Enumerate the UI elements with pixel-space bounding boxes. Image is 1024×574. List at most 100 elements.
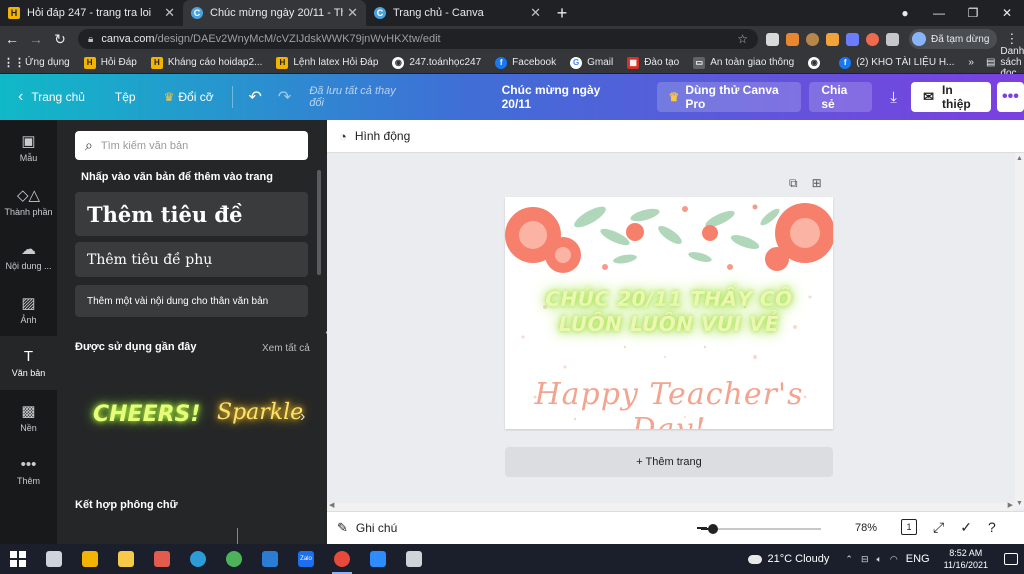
card-greeting-text[interactable]: CHÚC 20/11 THẦY CÔ LUÔN LUÔN VUI VẺ: [505, 287, 833, 337]
recent-text-cheers[interactable]: CHEERS!: [93, 402, 200, 427]
extension-icon[interactable]: [866, 32, 879, 46]
check-circle-icon[interactable]: ✓: [960, 519, 972, 536]
bookmark-item[interactable]: ▦ Đào tạo: [627, 56, 679, 69]
page-count-icon[interactable]: 1: [901, 519, 917, 535]
clock[interactable]: 8:52 AM 11/16/2021: [944, 547, 988, 571]
horizontal-scrollbar[interactable]: ◀ ▶: [327, 501, 1015, 511]
bookmark-item[interactable]: ◉ 247.toánhọc247: [392, 56, 481, 69]
taskbar-zoom[interactable]: [360, 544, 396, 574]
scroll-left-icon[interactable]: ◀: [329, 501, 334, 509]
recent-text-sparkle[interactable]: Sparkle: [217, 400, 303, 425]
extension-icon[interactable]: [846, 32, 859, 46]
new-tab-button[interactable]: +: [549, 0, 575, 26]
rail-uploads[interactable]: ☁ Nội dung ...: [0, 228, 57, 282]
rail-photos[interactable]: ▨ Ảnh: [0, 282, 57, 336]
language-indicator[interactable]: ENG: [906, 553, 930, 565]
rail-elements[interactable]: ◇△ Thành phần: [0, 174, 57, 228]
tab-canva-design[interactable]: C Chúc mừng ngày 20/11 - Thiệp ✕: [183, 0, 366, 26]
resize-button[interactable]: ♛ Đổi cỡ: [164, 90, 214, 104]
share-button[interactable]: Chia sẻ: [809, 82, 872, 112]
panel-scrollbar[interactable]: [317, 170, 321, 275]
minimize-button[interactable]: —: [922, 6, 956, 20]
help-icon[interactable]: ?: [988, 519, 996, 536]
document-title[interactable]: Chúc mừng ngày 20/11: [502, 83, 621, 111]
weather-widget[interactable]: 21°C Cloudy: [747, 553, 829, 565]
taskbar-mail[interactable]: [252, 544, 288, 574]
maximize-button[interactable]: ❐: [956, 6, 990, 20]
taskbar-store[interactable]: [72, 544, 108, 574]
tray-chevron-icon[interactable]: ⌃: [845, 554, 853, 565]
see-all-link[interactable]: Xem tất cả: [262, 343, 310, 354]
bookmark-item[interactable]: f (2) KHO TÀI LIỆU H...: [839, 56, 954, 69]
bookmark-star-icon[interactable]: ☆: [737, 32, 748, 46]
network-icon[interactable]: ⊟: [861, 554, 869, 565]
scroll-down-icon[interactable]: ▼: [1015, 500, 1024, 507]
taskbar-start[interactable]: [0, 544, 36, 574]
close-window-button[interactable]: ✕: [990, 6, 1024, 20]
tab-hoidap[interactable]: H Hỏi đáp 247 - trang tra loi ✕: [0, 0, 183, 26]
zoom-slider-handle[interactable]: [708, 524, 718, 534]
back-button[interactable]: ←: [0, 31, 24, 47]
close-tab-icon[interactable]: ✕: [347, 5, 358, 21]
bookmark-item[interactable]: H Lệnh latex Hỏi Đáp: [276, 56, 378, 69]
zoom-value[interactable]: 78%: [855, 522, 877, 534]
bookmark-item[interactable]: f Facebook: [495, 56, 556, 69]
taskbar-chrome[interactable]: [324, 544, 360, 574]
profile-button[interactable]: Đã tạm dừng: [909, 29, 998, 49]
add-page-icon[interactable]: ⊞: [812, 176, 822, 191]
rail-templates[interactable]: ▣ Mẫu: [0, 120, 57, 174]
bookmark-item[interactable]: H Hỏi Đáp: [83, 56, 137, 69]
file-menu[interactable]: Tệp: [115, 90, 136, 104]
scroll-up-icon[interactable]: ▲: [1015, 155, 1024, 162]
bookmarks-overflow-icon[interactable]: »: [968, 57, 974, 68]
font-combination-preview[interactable]: [237, 528, 267, 544]
rail-more[interactable]: ••• Thêm: [0, 444, 57, 498]
media-icon[interactable]: ●: [888, 6, 922, 20]
extension-icon[interactable]: [806, 32, 819, 46]
download-button[interactable]: ⤓: [880, 82, 907, 112]
forward-button[interactable]: →: [24, 31, 48, 47]
taskbar-zalo[interactable]: Zalo: [288, 544, 324, 574]
taskbar-taskview[interactable]: [36, 544, 72, 574]
taskbar-edge[interactable]: [180, 544, 216, 574]
close-tab-icon[interactable]: ✕: [530, 5, 541, 21]
bookmark-item[interactable]: ▭ An toàn giao thông: [693, 56, 794, 69]
bookmark-item[interactable]: ⋮⋮ Ứng dụng: [3, 57, 70, 69]
animate-button[interactable]: Hình động: [355, 129, 410, 143]
bookmark-item[interactable]: H Kháng cáo hoidap2...: [150, 56, 262, 69]
design-card[interactable]: CHÚC 20/11 THẦY CÔ LUÔN LUÔN VUI VẺ Happ…: [505, 197, 833, 429]
taskbar-settings[interactable]: [396, 544, 432, 574]
vertical-scrollbar[interactable]: ▲ ▼: [1015, 153, 1024, 509]
chevron-right-icon[interactable]: ›: [300, 408, 305, 426]
card-script-text[interactable]: Happy Teacher's Day!: [505, 377, 833, 429]
search-input[interactable]: [100, 139, 281, 152]
browser-menu-icon[interactable]: ⋮: [1005, 31, 1018, 47]
notes-button[interactable]: Ghi chú: [356, 521, 397, 535]
more-options-button[interactable]: •••: [996, 82, 1024, 112]
add-heading-button[interactable]: Thêm tiêu đề: [75, 192, 308, 236]
scroll-right-icon[interactable]: ▶: [1008, 501, 1013, 509]
extension-icon[interactable]: [786, 32, 799, 46]
wifi-icon[interactable]: ◠: [890, 554, 898, 565]
extension-icon[interactable]: [826, 32, 839, 46]
print-card-button[interactable]: ✉ In thiệp: [911, 82, 991, 112]
home-link[interactable]: ‹ Trang chủ: [18, 88, 85, 106]
add-subheading-button[interactable]: Thêm tiêu đề phụ: [75, 242, 308, 277]
duplicate-page-icon[interactable]: ⧉: [789, 176, 798, 191]
add-page-button[interactable]: + Thêm trang: [505, 447, 833, 477]
extension-icon[interactable]: [766, 32, 779, 46]
fullscreen-icon[interactable]: ⤢: [933, 519, 944, 536]
volume-icon[interactable]: 🔈︎: [877, 554, 882, 565]
rail-text[interactable]: T Văn bản: [0, 336, 57, 390]
zoom-slider[interactable]: [697, 524, 821, 534]
search-box[interactable]: ⌕: [75, 131, 308, 160]
redo-icon[interactable]: ↷: [278, 87, 291, 107]
bookmark-item[interactable]: ◉: [808, 56, 825, 69]
puzzle-extensions-icon[interactable]: [886, 32, 899, 46]
add-body-text-button[interactable]: Thêm một vài nội dung cho thân văn bản: [75, 285, 308, 317]
notifications-icon[interactable]: [1004, 553, 1018, 565]
close-tab-icon[interactable]: ✕: [164, 5, 175, 21]
taskbar-app-green[interactable]: [216, 544, 252, 574]
taskbar-app-grid[interactable]: [144, 544, 180, 574]
address-bar[interactable]: 🔒︎ canva.com/design/DAEv2WnyMcM/cVZIJdsk…: [78, 29, 758, 49]
